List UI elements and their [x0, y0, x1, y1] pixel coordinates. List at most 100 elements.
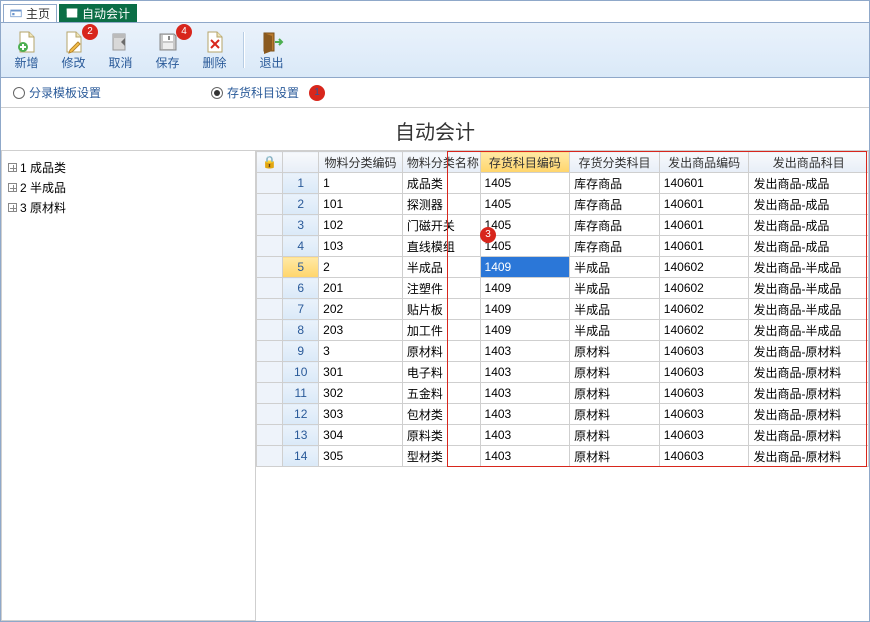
cell[interactable]: 302 [319, 383, 403, 404]
col-name[interactable]: 物料分类名称 [402, 152, 480, 173]
cell[interactable]: 103 [319, 236, 403, 257]
radio-entry-template[interactable]: 分录模板设置 [13, 84, 101, 101]
edit-button[interactable]: 修改 2 [51, 26, 96, 74]
cell[interactable]: 半成品 [570, 299, 660, 320]
cell[interactable]: 库存商品 [570, 236, 660, 257]
row-number[interactable]: 9 [283, 341, 319, 362]
cell[interactable]: 1405 [480, 236, 570, 257]
cell[interactable]: 140601 [659, 236, 749, 257]
expand-icon[interactable] [8, 163, 17, 172]
cell[interactable]: 原材料 [570, 362, 660, 383]
cell[interactable]: 140602 [659, 299, 749, 320]
col-out-code[interactable]: 发出商品编码 [659, 152, 749, 173]
category-tree[interactable]: 1 成品类2 半成品3 原材料 [1, 150, 256, 621]
cell[interactable]: 发出商品-原材料 [749, 341, 869, 362]
cell[interactable]: 1403 [480, 446, 570, 467]
cell[interactable]: 原材料 [570, 425, 660, 446]
cell[interactable]: 303 [319, 404, 403, 425]
cell[interactable]: 发出商品-原材料 [749, 383, 869, 404]
cell[interactable]: 原材料 [570, 446, 660, 467]
cell[interactable]: 1409 [480, 257, 570, 278]
cell[interactable]: 140602 [659, 278, 749, 299]
cell[interactable]: 1409 [480, 299, 570, 320]
table-row[interactable]: 13304原料类1403原材料140603发出商品-原材料 [257, 425, 869, 446]
cell[interactable]: 半成品 [402, 257, 480, 278]
cell[interactable]: 原料类 [402, 425, 480, 446]
table-row[interactable]: 4103直线模组1405库存商品140601发出商品-成品 [257, 236, 869, 257]
table-row[interactable]: 11302五金料1403原材料140603发出商品-原材料 [257, 383, 869, 404]
delete-button[interactable]: 删除 [192, 26, 237, 74]
cell[interactable]: 1403 [480, 362, 570, 383]
cell[interactable]: 3 [319, 341, 403, 362]
row-number[interactable]: 3 [283, 215, 319, 236]
cell[interactable]: 1403 [480, 404, 570, 425]
cell[interactable]: 1409 [480, 278, 570, 299]
table-row[interactable]: 93原材料1403原材料140603发出商品-原材料 [257, 341, 869, 362]
cell[interactable]: 加工件 [402, 320, 480, 341]
cell[interactable]: 注塑件 [402, 278, 480, 299]
cell[interactable]: 140603 [659, 341, 749, 362]
cell[interactable]: 贴片板 [402, 299, 480, 320]
cell[interactable]: 原材料 [570, 404, 660, 425]
col-rownum[interactable] [283, 152, 319, 173]
row-number[interactable]: 12 [283, 404, 319, 425]
cell[interactable]: 门磁开关 [402, 215, 480, 236]
tree-node[interactable]: 2 半成品 [8, 177, 249, 197]
cell[interactable]: 1403 [480, 383, 570, 404]
inventory-grid[interactable]: 🔒 物料分类编码 物料分类名称 存货科目编码 存货分类科目 发出商品编码 发出商… [256, 151, 869, 467]
cell[interactable]: 140601 [659, 194, 749, 215]
row-number[interactable]: 10 [283, 362, 319, 383]
save-button[interactable]: 保存 4 [145, 26, 190, 74]
cell[interactable]: 发出商品-成品 [749, 194, 869, 215]
cell[interactable]: 140601 [659, 173, 749, 194]
exit-button[interactable]: 退出 [249, 26, 294, 74]
row-number[interactable]: 1 [283, 173, 319, 194]
cell[interactable]: 203 [319, 320, 403, 341]
cell[interactable]: 1403 [480, 341, 570, 362]
cell[interactable]: 140603 [659, 362, 749, 383]
table-row[interactable]: 10301电子料1403原材料140603发出商品-原材料 [257, 362, 869, 383]
table-row[interactable]: 12303包材类1403原材料140603发出商品-原材料 [257, 404, 869, 425]
radio-inventory-accounts[interactable]: 存货科目设置 1 [211, 84, 325, 101]
cell[interactable]: 发出商品-成品 [749, 173, 869, 194]
cell[interactable]: 202 [319, 299, 403, 320]
cell[interactable]: 半成品 [570, 320, 660, 341]
cell[interactable]: 原材料 [570, 383, 660, 404]
grid-scroll[interactable]: 🔒 物料分类编码 物料分类名称 存货科目编码 存货分类科目 发出商品编码 发出商… [256, 151, 869, 621]
tab-auto-accounting[interactable]: 自动会计 [59, 4, 137, 22]
cell[interactable]: 库存商品 [570, 194, 660, 215]
cell[interactable]: 2 [319, 257, 403, 278]
cell[interactable]: 发出商品-原材料 [749, 446, 869, 467]
cell[interactable]: 101 [319, 194, 403, 215]
row-number[interactable]: 2 [283, 194, 319, 215]
cell[interactable]: 1403 [480, 425, 570, 446]
cell[interactable]: 1405 [480, 194, 570, 215]
row-number[interactable]: 8 [283, 320, 319, 341]
cell[interactable]: 140602 [659, 320, 749, 341]
cell[interactable]: 原材料 [402, 341, 480, 362]
cell[interactable]: 201 [319, 278, 403, 299]
cell[interactable]: 304 [319, 425, 403, 446]
cell[interactable]: 305 [319, 446, 403, 467]
tree-node[interactable]: 3 原材料 [8, 197, 249, 217]
cell[interactable]: 140601 [659, 215, 749, 236]
cell[interactable]: 发出商品-半成品 [749, 320, 869, 341]
cell[interactable]: 102 [319, 215, 403, 236]
row-number[interactable]: 5 [283, 257, 319, 278]
cell[interactable]: 发出商品-成品 [749, 236, 869, 257]
cell[interactable]: 五金料 [402, 383, 480, 404]
row-number[interactable]: 7 [283, 299, 319, 320]
new-button[interactable]: 新增 [4, 26, 49, 74]
cell[interactable]: 探测器 [402, 194, 480, 215]
expand-icon[interactable] [8, 203, 17, 212]
cell[interactable]: 140603 [659, 383, 749, 404]
cell[interactable]: 原材料 [570, 341, 660, 362]
tab-home[interactable]: 主页 [3, 4, 57, 22]
cell[interactable]: 直线模组 [402, 236, 480, 257]
col-inv-acct[interactable]: 存货科目编码 [480, 152, 570, 173]
expand-icon[interactable] [8, 183, 17, 192]
cell[interactable]: 140602 [659, 257, 749, 278]
row-number[interactable]: 13 [283, 425, 319, 446]
row-number[interactable]: 6 [283, 278, 319, 299]
cell[interactable]: 包材类 [402, 404, 480, 425]
